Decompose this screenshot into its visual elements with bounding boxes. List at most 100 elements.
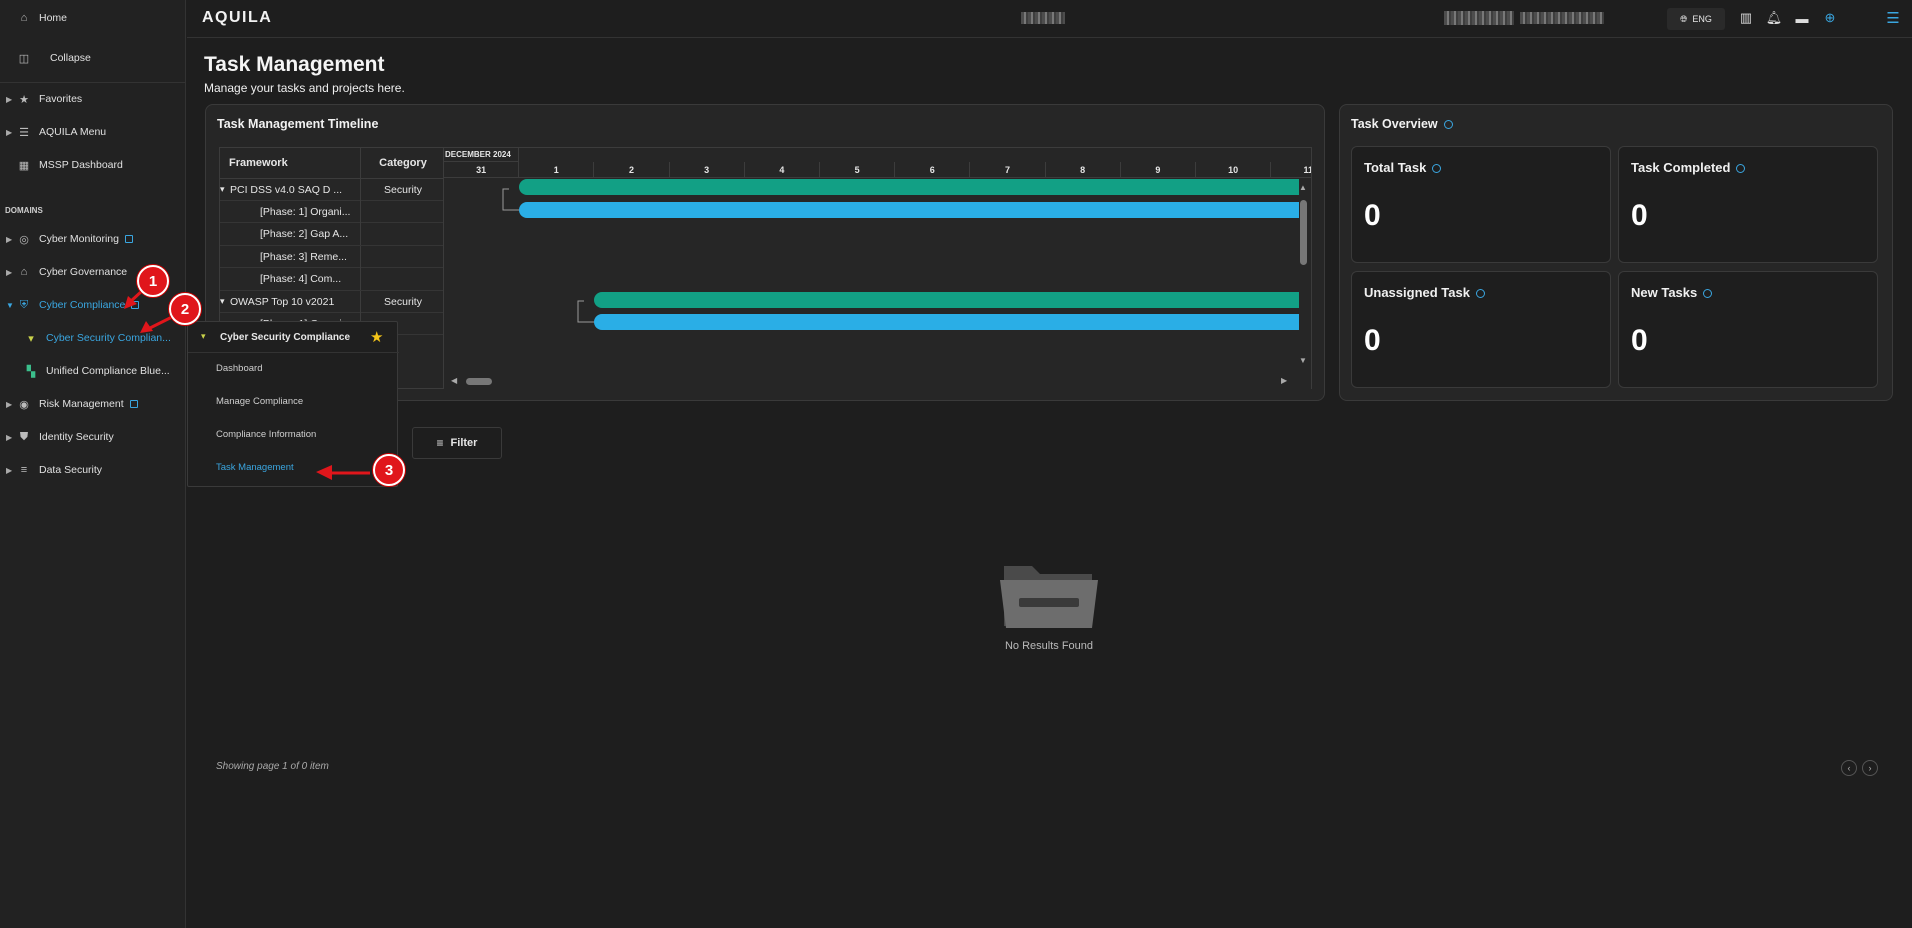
external-link-icon bbox=[129, 400, 138, 409]
next-page-button[interactable]: › bbox=[1862, 760, 1878, 776]
popup-item-dashboard[interactable]: Dashboard bbox=[216, 363, 262, 374]
caret-down-icon: ▼ bbox=[6, 300, 14, 310]
caret-right-icon: ▶ bbox=[6, 234, 13, 244]
horizontal-scrollbar-thumb[interactable] bbox=[466, 378, 492, 385]
sidebar-item-favorites[interactable]: ▶ ★ Favorites bbox=[0, 85, 186, 113]
aquila-logo[interactable]: AQUILA bbox=[202, 9, 272, 27]
dashboard-icon: ▦ bbox=[18, 159, 30, 172]
gantt-row[interactable]: [Phase: 3] Reme... bbox=[220, 245, 443, 269]
caret-right-icon: ▶ bbox=[6, 432, 13, 442]
popup-item-compliance-information[interactable]: Compliance Information bbox=[216, 429, 316, 440]
favorite-star-icon[interactable]: ★ bbox=[370, 328, 383, 346]
sidebar-item-home[interactable]: ⌂ Home bbox=[0, 4, 186, 32]
sidebar-item-label: Unified Compliance Blue... bbox=[46, 365, 170, 377]
collapse-icon: ◫ bbox=[18, 52, 30, 65]
caret-right-icon: ▶ bbox=[6, 399, 13, 409]
gantt-bar-task[interactable] bbox=[519, 202, 1299, 218]
vertical-scrollbar-thumb[interactable] bbox=[1300, 200, 1307, 265]
scroll-right-arrow-icon[interactable]: ▶ bbox=[1281, 376, 1287, 385]
external-link-icon bbox=[124, 235, 133, 244]
info-icon bbox=[1475, 289, 1485, 299]
gantt-row[interactable]: ▾ OWASP Top 10 v2021 Security bbox=[220, 290, 443, 313]
filter-label: Filter bbox=[450, 437, 478, 449]
id-shield-icon: ⛊ bbox=[19, 430, 29, 443]
sidebar-item-label: Identity Security bbox=[39, 431, 114, 443]
popup-item-manage-compliance[interactable]: Manage Compliance bbox=[216, 396, 303, 407]
stat-card-task-completed: Task Completed 0 bbox=[1618, 146, 1878, 263]
gauge-icon: ◉ bbox=[19, 398, 29, 411]
redacted-center-text bbox=[1021, 12, 1065, 24]
sidebar-item-label: MSSP Dashboard bbox=[39, 159, 123, 171]
gantt-bar-group[interactable] bbox=[594, 292, 1299, 308]
gantt-row-name: [Phase: 3] Reme... bbox=[260, 250, 347, 263]
stat-value: 0 bbox=[1364, 199, 1381, 232]
gantt-row[interactable]: [Phase: 4] Com... bbox=[220, 268, 443, 291]
popup-item-task-management[interactable]: Task Management bbox=[216, 462, 294, 473]
gantt-row-name: [Phase: 4] Com... bbox=[260, 273, 342, 286]
gantt-row-category: Security bbox=[360, 178, 443, 201]
redacted-user-name bbox=[1444, 11, 1514, 25]
sidebar-item-label: Data Security bbox=[39, 464, 103, 476]
sidebar-collapse-button[interactable]: ◫ Collapse bbox=[0, 44, 186, 72]
sidebar-item-label: Home bbox=[39, 12, 68, 24]
info-icon bbox=[1443, 120, 1453, 130]
star-icon: ★ bbox=[19, 93, 29, 106]
building-icon[interactable]: ▥ bbox=[1738, 10, 1754, 26]
prev-page-button[interactable]: ‹ bbox=[1841, 760, 1857, 776]
hamburger-menu-icon[interactable]: ☰ bbox=[1885, 10, 1901, 27]
scroll-down-arrow-icon[interactable]: ▼ bbox=[1299, 356, 1307, 365]
book-icon[interactable]: ▬ bbox=[1794, 10, 1810, 26]
help-lifebuoy-icon[interactable]: ⊕ bbox=[1822, 10, 1838, 26]
sidebar-item-data-security[interactable]: ▶ ≡ Data Security bbox=[0, 456, 186, 484]
stat-value: 0 bbox=[1631, 324, 1648, 357]
top-bar: AQUILA 🌐︎ ENG ▥ 🔔︎ ▬ ⊕ ☰ bbox=[187, 0, 1912, 38]
language-selector[interactable]: 🌐︎ ENG bbox=[1667, 8, 1725, 30]
sidebar-item-risk-management[interactable]: ▶ ◉ Risk Management bbox=[0, 390, 186, 418]
compliance-logo-icon: ▾ bbox=[28, 332, 34, 345]
gantt-row-name: OWASP Top 10 v2021 bbox=[230, 295, 335, 308]
sidebar-item-label: AQUILA Menu bbox=[39, 126, 107, 138]
stat-value: 0 bbox=[1364, 324, 1381, 357]
gantt-row-category bbox=[360, 223, 443, 246]
sidebar-item-label: Cyber Governance bbox=[39, 266, 128, 278]
sidebar-subitem-unified-compliance[interactable]: ▚ Unified Compliance Blue... bbox=[0, 357, 186, 385]
gantt-row-name: PCI DSS v4.0 SAQ D ... bbox=[230, 183, 343, 196]
scroll-up-arrow-icon[interactable]: ▲ bbox=[1299, 183, 1307, 192]
sidebar-item-identity-security[interactable]: ▶ ⛊ Identity Security bbox=[0, 423, 186, 451]
gantt-row[interactable]: [Phase: 2] Gap A... bbox=[220, 223, 443, 246]
sidebar-item-mssp-dashboard[interactable]: ▦ MSSP Dashboard bbox=[0, 151, 186, 179]
bank-icon: ⌂ bbox=[20, 266, 28, 278]
column-header-framework: Framework bbox=[220, 148, 360, 179]
gantt-row[interactable]: ▾ PCI DSS v4.0 SAQ D ... Security bbox=[220, 178, 443, 201]
gantt-chart-area: DECEMBER 2024 311234567891011 bbox=[444, 147, 1312, 389]
stat-card-total-task: Total Task 0 bbox=[1351, 146, 1611, 263]
sidebar-item-cyber-monitoring[interactable]: ▶ ◎ Cyber Monitoring bbox=[0, 225, 186, 253]
bell-icon[interactable]: 🔔︎ bbox=[1766, 10, 1783, 26]
sidebar-item-aquila-menu[interactable]: ▶ ☰ AQUILA Menu bbox=[0, 118, 186, 146]
gantt-row[interactable]: [Phase: 1] Organi... bbox=[220, 200, 443, 224]
shield-icon: ⛨ bbox=[19, 298, 29, 311]
sidebar-item-label: Collapse bbox=[50, 52, 91, 64]
gantt-bar-task[interactable] bbox=[594, 314, 1299, 330]
gantt-bar-group[interactable] bbox=[519, 179, 1299, 195]
empty-state-text: No Results Found bbox=[1004, 640, 1094, 652]
stat-card-new-tasks: New Tasks 0 bbox=[1618, 271, 1878, 388]
page-title: Task Management bbox=[204, 53, 385, 76]
caret-right-icon: ▶ bbox=[6, 127, 13, 137]
sidebar-subitem-cyber-security-compliance[interactable]: ▾ Cyber Security Complian... bbox=[0, 324, 186, 352]
info-icon bbox=[1736, 164, 1746, 174]
domains-header: DOMAINS bbox=[5, 206, 43, 215]
annotation-badge-2: 2 bbox=[169, 293, 201, 325]
filter-button[interactable]: ≡ Filter bbox=[412, 427, 502, 459]
annotation-badge-1: 1 bbox=[137, 265, 169, 297]
page-subtitle: Manage your tasks and projects here. bbox=[204, 81, 405, 95]
home-icon: ⌂ bbox=[20, 12, 28, 24]
gantt-row-name: [Phase: 1] Organi... bbox=[260, 205, 351, 218]
timeline-title: Task Management Timeline bbox=[217, 117, 379, 131]
info-icon bbox=[1703, 289, 1713, 299]
sidebar-item-label: Cyber Monitoring bbox=[39, 233, 133, 245]
scroll-left-arrow-icon[interactable]: ◀ bbox=[451, 376, 457, 385]
divider bbox=[0, 82, 186, 83]
database-icon: ≡ bbox=[20, 464, 28, 476]
info-icon bbox=[1432, 164, 1442, 174]
